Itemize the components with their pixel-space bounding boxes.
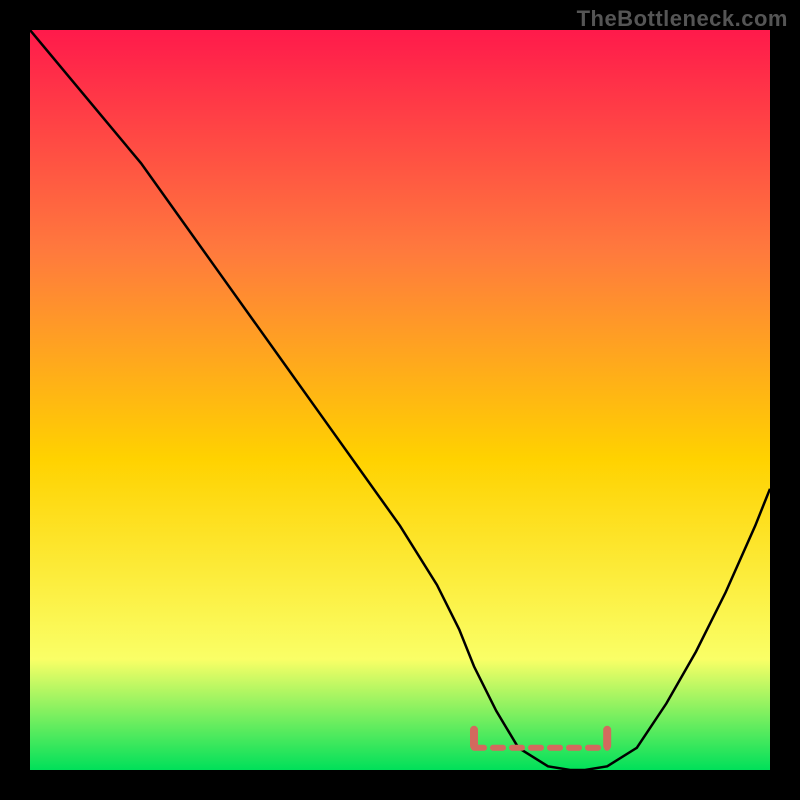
- watermark-label: TheBottleneck.com: [577, 6, 788, 32]
- chart-container: TheBottleneck.com: [0, 0, 800, 800]
- gradient-background: [30, 30, 770, 770]
- bottleneck-chart: [30, 30, 770, 770]
